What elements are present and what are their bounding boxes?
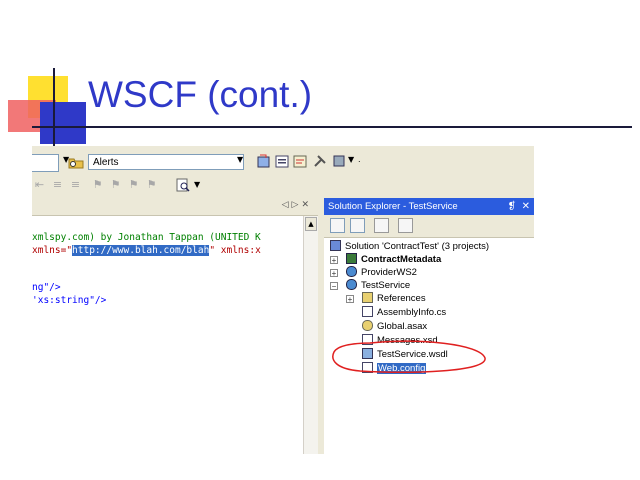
scroll-up-icon[interactable]: ▲ (305, 217, 317, 231)
tree-item-assemblyinfo[interactable]: AssemblyInfo.cs (362, 306, 446, 319)
editor-tab-strip: ◁▷✕ (32, 198, 318, 216)
chevron-down-icon[interactable]: ▼ (237, 155, 243, 164)
code-line-4: 'xs:string"/> (32, 294, 107, 306)
decor-vertical-line (53, 68, 55, 148)
tree-item-label: Solution 'ContractTest' (3 projects) (345, 241, 490, 252)
ide-screenshot: ▼ Alerts ▼ ▼ . ⇤ ≡ ≡ ⚑ ⚑ ⚑ ⚑ ▼ ◁▷✕ xmlsp… (32, 146, 534, 454)
selected-url: http://www.blah.com/blah (72, 244, 210, 256)
solution-explorer-title: Solution Explorer - TestService (324, 198, 534, 215)
properties-icon[interactable] (374, 218, 389, 233)
properties-icon[interactable] (274, 153, 290, 169)
code-line-2-attr: xmlns=" (32, 244, 73, 256)
tree-item-label: AssemblyInfo.cs (377, 307, 447, 318)
code-line-1: xmlspy.com) by Jonathan Tappan (UNITED K (32, 232, 261, 243)
collapse-icon[interactable]: − (330, 282, 338, 291)
decor-horizontal-line (32, 126, 632, 128)
object-browser-icon[interactable] (292, 153, 308, 169)
solution-icon (330, 240, 341, 251)
toolbox-icon[interactable] (312, 153, 328, 169)
web-project-icon (346, 279, 357, 290)
toolbar-row-2: ⇤ ≡ ≡ ⚑ ⚑ ⚑ ⚑ ▼ (32, 176, 232, 196)
cs-file-icon (362, 306, 373, 317)
chevron-down-icon[interactable]: ▼ (194, 180, 200, 189)
ide-toolbar: ▼ Alerts ▼ ▼ . ⇤ ≡ ≡ ⚑ ⚑ ⚑ ⚑ ▼ (32, 146, 534, 199)
solution-explorer: Solution Explorer - TestService ❡ ✕ Solu… (324, 198, 534, 454)
web-project-icon (346, 266, 357, 277)
refresh-icon[interactable] (330, 218, 345, 233)
indent-right-icon[interactable]: ≡ (68, 178, 83, 192)
tree-item-label: References (377, 293, 426, 304)
tree-item-label: ContractMetadata (361, 254, 442, 265)
annotation-circle (332, 340, 486, 373)
code-text[interactable]: xmlspy.com) by Jonathan Tappan (UNITED K… (32, 232, 304, 307)
tree-item-label: ProviderWS2 (361, 267, 417, 278)
solution-explorer-toolbar (324, 215, 534, 238)
show-all-files-icon[interactable] (350, 218, 365, 233)
expand-icon[interactable]: + (346, 295, 354, 304)
solution-explorer-icon[interactable] (256, 153, 272, 169)
config-combo[interactable] (32, 154, 59, 172)
code-editor[interactable]: ◁▷✕ xmlspy.com) by Jonathan Tappan (UNIT… (32, 198, 318, 454)
code-line-2-tail: " xmlns:x (209, 244, 261, 256)
tree-item-label: TestService (361, 280, 411, 291)
tree-item-solution[interactable]: Solution 'ContractTest' (3 projects) (330, 240, 489, 253)
bookmark-prev-icon[interactable]: ⚑ (108, 178, 123, 192)
find-combo[interactable]: Alerts (88, 154, 244, 170)
tree-item-label: Global.asax (377, 321, 428, 332)
bookmark-clear-icon[interactable]: ⚑ (144, 178, 159, 192)
slide-title: WSCF (cont.) (88, 74, 313, 115)
expand-icon[interactable]: + (330, 256, 338, 265)
find-icon[interactable] (176, 178, 191, 193)
tree-item-contractmetadata[interactable]: ContractMetadata (346, 253, 441, 266)
project-icon (346, 253, 357, 264)
indent-left-icon[interactable]: ≡ (50, 178, 65, 192)
view-code-icon[interactable] (398, 218, 413, 233)
tree-item-global-asax[interactable]: Global.asax (362, 320, 427, 333)
tab-nav-icons[interactable]: ◁▷✕ (282, 200, 312, 210)
references-folder-icon (362, 292, 373, 303)
close-icon[interactable]: ✕ (522, 198, 530, 215)
bookmark-icon[interactable]: ⚑ (90, 178, 105, 192)
tree-item-references[interactable]: References (362, 292, 426, 305)
code-line-3: ng"/> (32, 282, 61, 293)
outdent-icon[interactable]: ⇤ (32, 178, 47, 192)
pin-icon[interactable]: ❡ (508, 198, 516, 215)
tree-item-providerws2[interactable]: ProviderWS2 (346, 266, 417, 279)
decor-blue-square (40, 102, 86, 144)
find-folder-icon[interactable] (68, 155, 84, 169)
more-tools-icon[interactable] (332, 153, 348, 169)
overflow-icon[interactable]: . (358, 155, 361, 164)
asax-file-icon (362, 320, 373, 331)
bookmark-next-icon[interactable]: ⚑ (126, 178, 141, 192)
chevron-down-icon[interactable]: ▼ (348, 155, 354, 164)
expand-icon[interactable]: + (330, 269, 338, 278)
tree-item-testservice[interactable]: TestService (346, 279, 410, 292)
editor-scrollbar[interactable]: ▲ (303, 216, 318, 454)
